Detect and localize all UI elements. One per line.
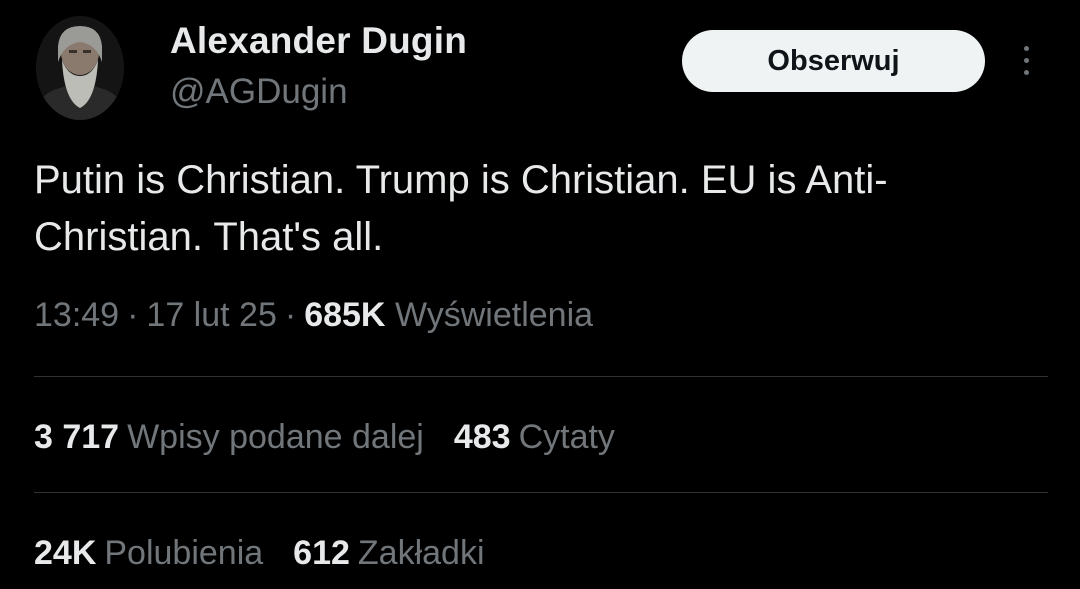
tweet-meta: 13:49 · 17 lut 25 · 685K Wyświetlenia xyxy=(34,296,593,335)
more-dot xyxy=(1023,69,1029,75)
reposts-count: 3 717 xyxy=(34,418,120,456)
likes-stat[interactable]: 24K Polubienia xyxy=(34,534,263,573)
avatar-portrait-icon xyxy=(36,16,124,120)
divider xyxy=(34,492,1048,493)
author-display-name[interactable]: Alexander Dugin xyxy=(170,20,467,62)
views-label: Wyświetlenia xyxy=(394,296,594,334)
bookmarks-count: 612 xyxy=(293,534,350,572)
tweet-card: Alexander Dugin @AGDugin Obserwuj Putin … xyxy=(0,0,1080,589)
tweet-time[interactable]: 13:49 xyxy=(34,296,119,334)
quotes-stat[interactable]: 483 Cytaty xyxy=(454,418,615,457)
more-dot xyxy=(1023,45,1029,51)
likes-count: 24K xyxy=(34,534,97,572)
likes-label: Polubienia xyxy=(104,534,264,572)
more-vertical-icon[interactable] xyxy=(1010,40,1042,80)
quotes-label: Cytaty xyxy=(518,418,615,456)
views-count: 685K xyxy=(304,296,386,334)
avatar[interactable] xyxy=(36,16,124,120)
more-dot xyxy=(1023,57,1029,63)
follow-button[interactable]: Obserwuj xyxy=(682,30,985,92)
meta-separator: · xyxy=(284,296,297,334)
bookmarks-stat[interactable]: 612 Zakładki xyxy=(293,534,484,573)
divider xyxy=(34,376,1048,377)
meta-separator: · xyxy=(127,296,139,334)
reposts-stat[interactable]: 3 717 Wpisy podane dalej xyxy=(34,418,424,457)
author-handle[interactable]: @AGDugin xyxy=(170,72,348,112)
quotes-count: 483 xyxy=(453,418,511,456)
bookmarks-label: Zakładki xyxy=(357,534,485,572)
tweet-date[interactable]: 17 lut 25 xyxy=(146,296,276,334)
reposts-label: Wpisy podane dalej xyxy=(127,418,424,456)
stats-row-engagement: 3 717 Wpisy podane dalej 483 Cytaty xyxy=(34,418,645,457)
tweet-text: Putin is Christian. Trump is Christian. … xyxy=(34,158,888,259)
stats-row-reactions: 24K Polubienia 612 Zakładki xyxy=(34,534,515,573)
